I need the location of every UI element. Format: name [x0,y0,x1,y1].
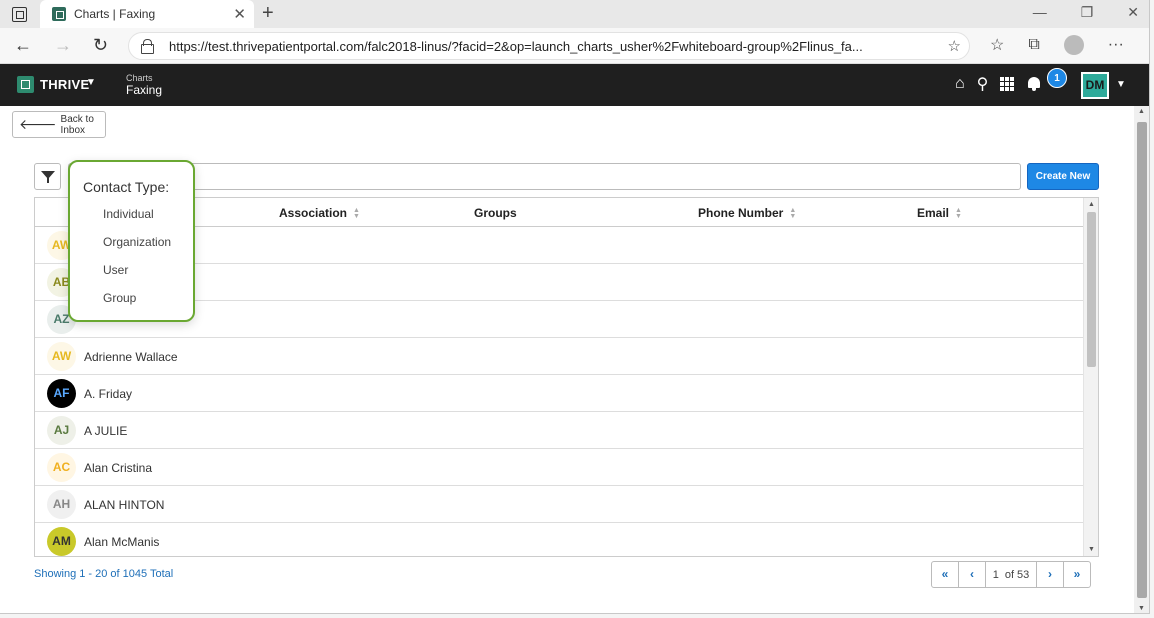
option-individual[interactable]: Individual [103,207,154,221]
collections-icon[interactable]: ⧉ [1028,36,1039,54]
address-toolbar: ← → ↻ https://test.thrivepatientportal.c… [0,28,1149,64]
table-row[interactable]: AJ A JULIE [35,412,1083,449]
table-row[interactable]: AC Alan Cristina [35,449,1083,486]
notification-badge[interactable]: 1 [1047,68,1067,88]
tab-bar: Charts | Faxing ✕ + — ❐ ✕ [0,0,1149,28]
filter-button[interactable] [34,163,61,190]
table-row[interactable]: AH ALAN HINTON [35,486,1083,523]
url-text[interactable]: https://test.thrivepatientportal.com/fal… [169,39,929,54]
favorites-icon[interactable]: ☆ [990,35,1004,55]
favicon-icon [52,7,66,21]
pagination: « ‹ 1 of 53 › » [931,561,1091,588]
browser-actions: ☆ ⧉ ··· [990,35,1124,55]
back-to-inbox-button[interactable]: 🡐 Back to Inbox [12,111,106,138]
table-row[interactable]: AW Adrienne Wallace [35,338,1083,375]
prev-page-button[interactable]: ‹ [958,561,986,588]
table-row[interactable]: AM Alan McManis [35,523,1083,556]
scroll-up-icon[interactable]: ▲ [1138,108,1145,115]
sort-icon[interactable]: ▲ ▼ [353,207,360,220]
search-icon[interactable]: ⚲ [977,74,989,94]
scroll-thumb[interactable] [1087,212,1096,367]
total-pages: of 53 [1004,568,1030,581]
module-category: Charts [126,73,153,83]
close-tab-icon[interactable]: ✕ [233,5,246,23]
refresh-icon[interactable]: ↻ [93,35,108,56]
scroll-down-icon[interactable]: ▼ [1088,546,1095,553]
apps-grid-icon[interactable] [1000,77,1015,91]
browser-window: Charts | Faxing ✕ + — ❐ ✕ ← → ↻ https://… [0,0,1150,614]
contact-name[interactable]: Alan Cristina [84,461,152,475]
contact-name[interactable]: ALAN HINTON [84,498,164,512]
minimize-icon[interactable]: — [1033,4,1047,21]
browser-tab[interactable]: Charts | Faxing ✕ [40,0,254,28]
page-scroll-thumb[interactable] [1137,122,1147,598]
restore-icon[interactable]: ❐ [1081,4,1094,21]
page-scrollbar[interactable]: ▲ ▼ [1134,106,1149,613]
add-favorite-icon[interactable]: ☆ [948,37,961,55]
contact-avatar: AW [47,342,76,371]
workspaces-icon[interactable] [12,7,27,22]
brand-name[interactable]: THRIVE [40,77,89,92]
create-new-button[interactable]: Create New [1027,163,1099,190]
table-scrollbar[interactable]: ▲ ▼ [1083,198,1098,556]
option-organization[interactable]: Organization [103,235,171,249]
new-tab-icon[interactable]: + [262,2,274,25]
home-icon[interactable]: ⌂ [955,75,965,93]
next-page-button[interactable]: › [1036,561,1064,588]
close-window-icon[interactable]: ✕ [1127,4,1139,21]
contact-name[interactable]: Alan McManis [84,535,159,549]
option-user[interactable]: User [103,263,128,277]
scroll-up-icon[interactable]: ▲ [1088,201,1095,208]
column-header-association[interactable]: Association ▲ ▼ [279,206,360,220]
table-row[interactable]: AF A. Friday [35,375,1083,412]
app-header: THRIVE ▼ Charts Faxing ⌂ ⚲ [0,64,1149,106]
contact-avatar: AJ [47,416,76,445]
contact-avatar: AF [47,379,76,408]
contact-name[interactable]: Adrienne Wallace [84,350,178,364]
tab-title: Charts | Faxing [74,7,156,21]
contact-avatar: AM [47,527,76,556]
current-page[interactable]: 1 [993,569,999,581]
column-header-email[interactable]: Email ▲ ▼ [917,206,962,220]
user-menu-caret-icon[interactable]: ▼ [1116,79,1126,90]
contact-avatar: AH [47,490,76,519]
header-icons: ⌂ ⚲ [955,74,1042,94]
module-name: Faxing [126,83,163,97]
popover-title: Contact Type: [83,179,170,195]
contact-name[interactable]: A. Friday [84,387,132,401]
address-bar[interactable]: https://test.thrivepatientportal.com/fal… [128,32,970,60]
lock-icon [141,39,154,54]
window-controls: — ❐ ✕ [1033,4,1139,21]
back-arrow-icon[interactable]: ← [14,35,32,56]
contact-avatar: AC [47,453,76,482]
search-input[interactable] [68,163,1021,190]
option-group[interactable]: Group [103,291,136,305]
forward-arrow-icon[interactable]: → [54,35,72,56]
back-to-inbox-label: Back to Inbox [60,113,94,136]
scroll-down-icon[interactable]: ▼ [1138,605,1145,612]
back-arrow-icon: 🡐 [19,116,57,132]
sort-icon[interactable]: ▲ ▼ [955,207,962,220]
first-page-button[interactable]: « [931,561,959,588]
contact-type-popover: Contact Type: Individual Organization Us… [68,160,195,322]
page-info: 1 of 53 [985,561,1037,588]
sort-icon[interactable]: ▲ ▼ [789,207,796,220]
last-page-button[interactable]: » [1063,561,1091,588]
more-icon[interactable]: ··· [1108,36,1124,54]
column-header-phone[interactable]: Phone Number ▲ ▼ [698,206,796,220]
brand-caret-icon[interactable]: ▼ [86,77,96,88]
showing-count: Showing 1 - 20 of 1045 Total [34,568,174,580]
user-avatar[interactable]: DM [1081,72,1109,99]
contact-name[interactable]: A JULIE [84,424,127,438]
notifications-bell-icon[interactable] [1026,75,1042,93]
thrive-logo-icon [17,76,34,93]
profile-icon[interactable] [1063,35,1084,55]
column-header-groups: Groups [474,206,517,220]
